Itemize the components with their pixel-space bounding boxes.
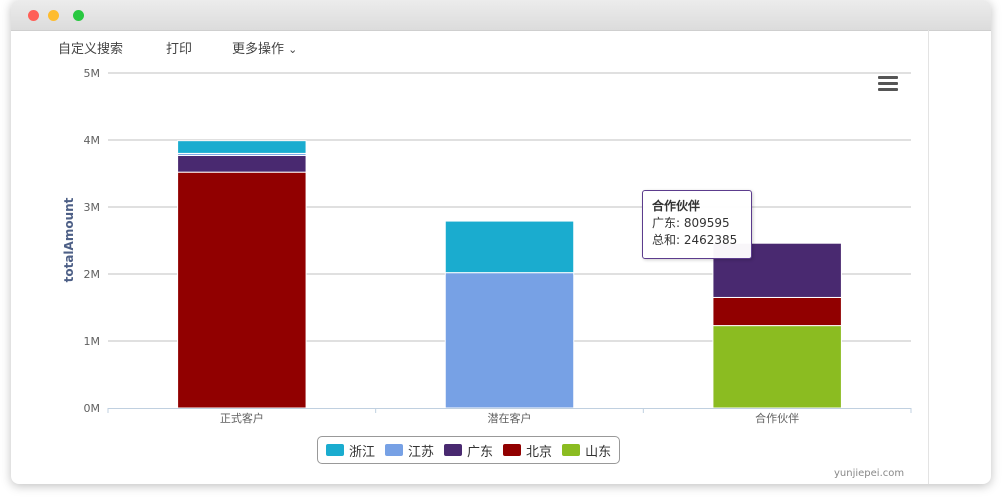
tooltip-series-label: 广东 [652, 216, 677, 230]
bar-segment [444, 220, 575, 274]
bar-segment [712, 325, 842, 409]
y-tick-label: 2M [84, 268, 101, 281]
legend-label: 北京 [526, 444, 553, 460]
legend-item[interactable]: 江苏 [385, 441, 434, 460]
legend-swatch [444, 444, 463, 456]
y-tick-label: 4M [84, 134, 101, 147]
x-tick-label: 正式客户 [220, 411, 264, 425]
legend-label: 江苏 [408, 444, 435, 460]
legend-swatch [503, 444, 522, 456]
y-tick-label: 1M [84, 335, 101, 348]
bar-segment [444, 272, 575, 409]
x-tick-label: 潜在客户 [488, 411, 532, 425]
legend-item[interactable]: 山东 [562, 441, 611, 460]
y-tick-label: 0M [84, 402, 101, 415]
legend-label: 山东 [585, 444, 612, 460]
bar-segment [177, 154, 307, 173]
bar-segment [177, 171, 307, 409]
y-axis-label: totalAmount [62, 197, 76, 282]
legend-swatch [326, 444, 344, 456]
bar-segment [177, 140, 307, 154]
y-axis-ticks: 0M 1M 2M 3M 4M 5M [84, 67, 101, 415]
tooltip-line-1: 广东: 809595 [652, 216, 730, 230]
chart-menu-icon[interactable] [878, 76, 898, 92]
tooltip-total-label: 总和 [652, 233, 677, 247]
tooltip-line-2: 总和: 2462385 [652, 233, 738, 247]
legend-swatch [562, 444, 581, 456]
chart-credit[interactable]: yunjiepei.com [834, 468, 904, 479]
legend-swatch [385, 444, 404, 456]
legend-label: 浙江 [349, 444, 376, 460]
tooltip-series-value: 809595 [683, 216, 730, 230]
legend-label: 广东 [467, 444, 494, 460]
tooltip-total-value: 2462385 [683, 233, 738, 247]
x-tick-label: 合作伙伴 [755, 411, 799, 425]
y-tick-label: 3M [84, 201, 101, 214]
chart-legend: 浙江 江苏 广东 北京 山东 [317, 436, 621, 464]
stacked-bar-chart: 0M 1M 2M 3M 4M 5M 正式客户 潜在客户 合作伙伴 totalAmount [62, 67, 912, 425]
tooltip-title: 合作伙伴 [652, 199, 701, 213]
y-tick-label: 5M [84, 67, 101, 80]
legend-item[interactable]: 浙江 [326, 441, 375, 460]
legend-item[interactable]: 北京 [503, 441, 552, 460]
legend-item[interactable]: 广东 [444, 441, 493, 460]
bar-series [177, 140, 842, 409]
x-axis: 正式客户 潜在客户 合作伙伴 [107, 408, 912, 425]
bar-segment [712, 296, 842, 327]
chart-tooltip: 合作伙伴 广东: 809595 总和: 2462385 [642, 190, 752, 259]
